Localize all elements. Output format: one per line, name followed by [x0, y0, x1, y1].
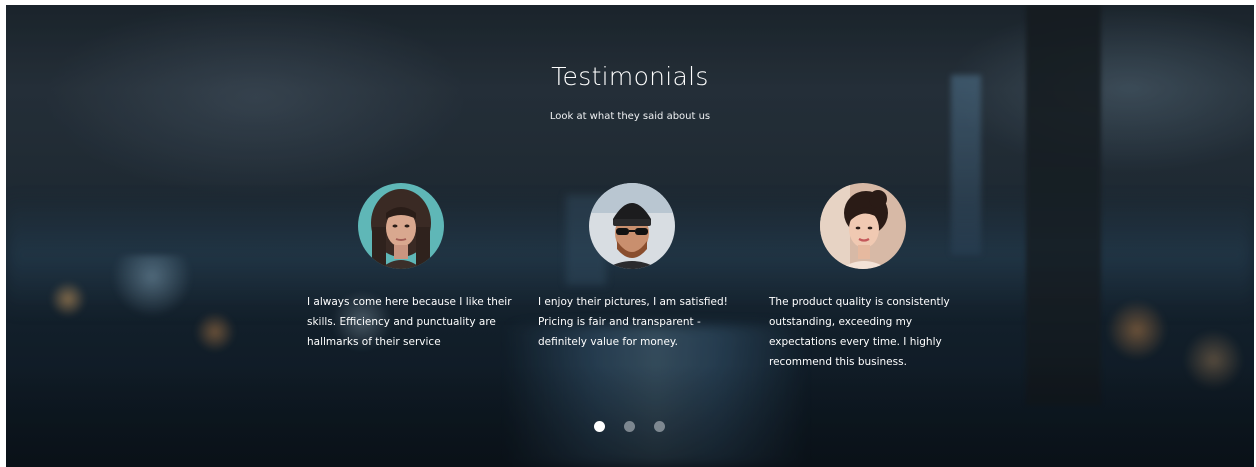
carousel-dot-2[interactable]	[624, 421, 635, 432]
testimonial-quote: I always come here because I like their …	[307, 296, 512, 348]
carousel-pagination	[594, 421, 665, 432]
background-bottom-shade	[6, 365, 1254, 467]
carousel-dot-3[interactable]	[654, 421, 665, 432]
section-subtitle: Look at what they said about us	[549, 111, 711, 122]
testimonial-card: I always come here because I like their …	[307, 183, 517, 352]
section-title: Testimonials	[551, 62, 709, 91]
man-beanie-sunglasses-avatar-icon	[589, 183, 675, 269]
woman-bun-avatar-icon	[820, 183, 906, 269]
carousel-dot-1[interactable]	[594, 421, 605, 432]
testimonial-card: I enjoy their pictures, I am satisfied! …	[538, 183, 748, 352]
background-city-lights-right	[1086, 255, 1254, 405]
testimonial-quote: The product quality is consistently outs…	[769, 296, 950, 368]
testimonial-quote: I enjoy their pictures, I am satisfied! …	[538, 296, 728, 348]
woman-braids-avatar-icon	[358, 183, 444, 269]
testimonial-card: The product quality is consistently outs…	[769, 183, 979, 372]
testimonials-section: Testimonials Look at what they said abou…	[6, 5, 1254, 467]
